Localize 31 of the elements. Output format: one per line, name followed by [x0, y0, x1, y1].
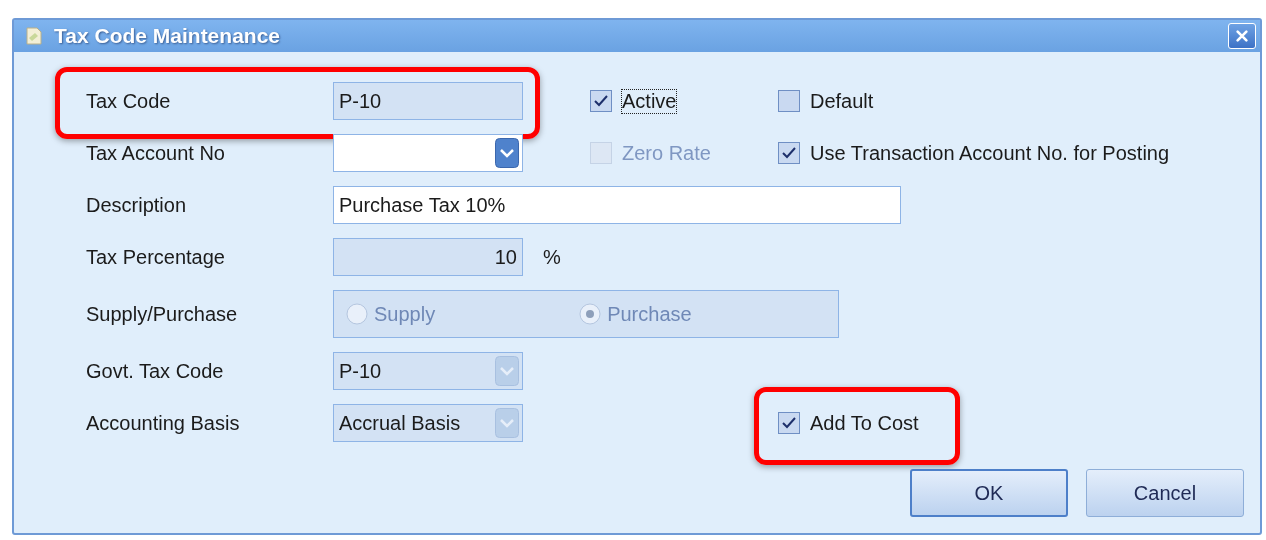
dialog-button[interactable]: Cancel [1086, 469, 1244, 517]
checkbox[interactable] [778, 90, 800, 112]
field-label: Tax Account No [86, 141, 226, 165]
text-field[interactable]: Purchase Tax 10% [333, 186, 901, 224]
checkbox[interactable] [778, 412, 800, 434]
dropdown-field[interactable] [333, 134, 523, 172]
unit-label: % [543, 245, 561, 269]
close-button[interactable] [1228, 23, 1256, 49]
document-icon [24, 26, 44, 46]
checkbox-label: Add To Cost [809, 410, 920, 436]
checkbox-label: Use Transaction Account No. for Posting [809, 140, 1171, 166]
dialog-button[interactable]: OK [910, 469, 1068, 517]
field-label: Govt. Tax Code [86, 359, 225, 383]
checkbox-label: Default [809, 88, 875, 114]
checkbox-label: Zero Rate [621, 140, 712, 166]
field-label: Supply/Purchase [86, 302, 239, 326]
field-label: Tax Code [86, 89, 172, 113]
dropdown-field: P-10 [333, 352, 523, 390]
close-icon [1235, 29, 1249, 43]
radio-label: Supply [374, 302, 436, 326]
dropdown-field: Accrual Basis [333, 404, 523, 442]
window-title: Tax Code Maintenance [54, 24, 281, 48]
checkbox[interactable] [778, 142, 800, 164]
checkbox-label: Active [621, 88, 678, 114]
text-field: P-10 [333, 82, 523, 120]
checkbox[interactable] [590, 90, 612, 112]
number-field: 10 [333, 238, 523, 276]
field-label: Accounting Basis [86, 411, 241, 435]
field-label: Tax Percentage [86, 245, 226, 269]
radio-label: Purchase [607, 302, 692, 326]
field-label: Description [86, 193, 188, 217]
